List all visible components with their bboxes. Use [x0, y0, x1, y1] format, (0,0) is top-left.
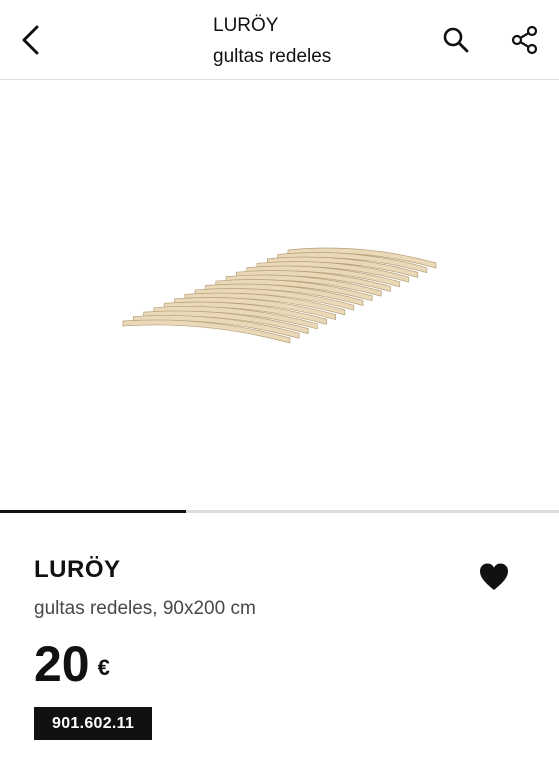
search-icon: [443, 27, 469, 53]
article-number-badge: 901.602.11: [34, 707, 153, 740]
page-title: LURÖY: [213, 15, 279, 36]
carousel-progress-fill: [0, 510, 187, 513]
product-name: LURÖY: [34, 556, 121, 583]
back-button[interactable]: [14, 22, 50, 58]
product-image-carousel[interactable]: [0, 80, 559, 510]
page-subtitle: gultas redeles: [213, 46, 332, 67]
product-image: [122, 247, 437, 344]
product-description: gultas redeles, 90x200 cm: [34, 598, 256, 619]
heart-icon: [480, 563, 508, 590]
share-button[interactable]: [508, 23, 542, 57]
price-value: 20: [34, 636, 90, 692]
share-icon: [511, 25, 538, 55]
product-price: 20 €: [34, 636, 110, 696]
chevron-left-icon: [22, 25, 39, 55]
favorite-button[interactable]: [478, 562, 510, 592]
carousel-progress-bar: [0, 510, 559, 513]
top-app-bar: LURÖY gultas redeles: [0, 0, 559, 80]
search-button[interactable]: [440, 24, 472, 56]
price-currency: €: [97, 655, 110, 680]
